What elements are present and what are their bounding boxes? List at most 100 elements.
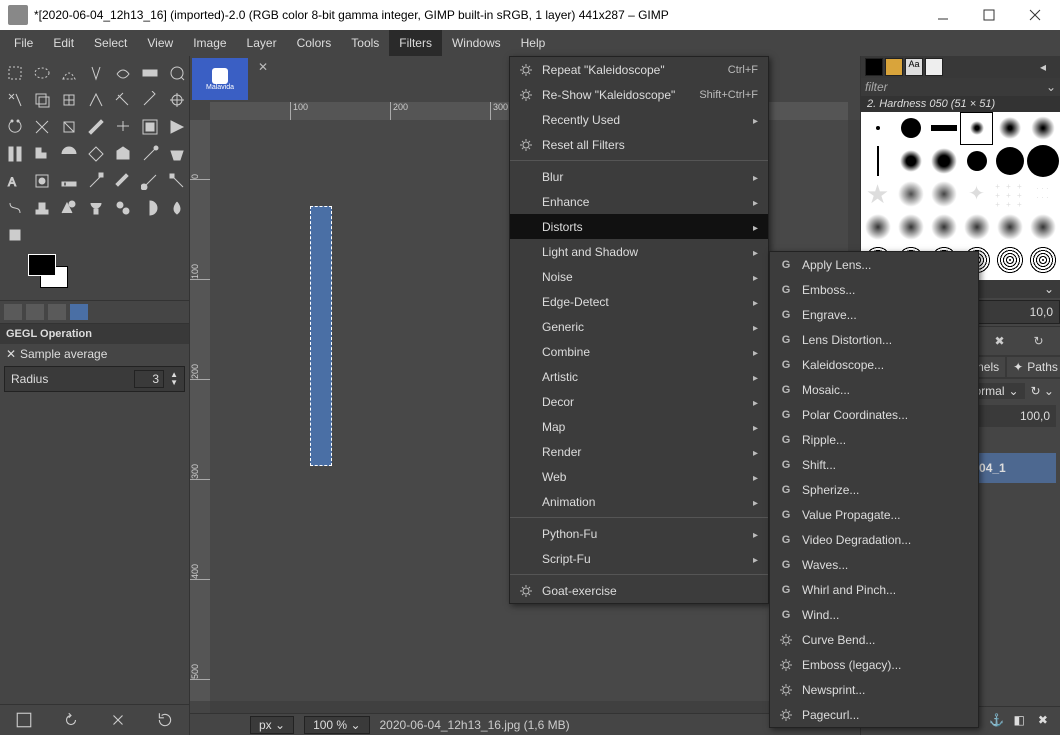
- switch-mode-icon[interactable]: ↻ ⌄: [1031, 384, 1054, 398]
- brush-cell[interactable]: [993, 244, 1026, 277]
- tool-icon[interactable]: [83, 87, 109, 113]
- brush-cell[interactable]: [1026, 112, 1059, 145]
- menu-help[interactable]: Help: [511, 30, 556, 56]
- color-swatches[interactable]: [28, 254, 76, 294]
- menu-edit[interactable]: Edit: [43, 30, 84, 56]
- brush-cell[interactable]: [960, 211, 993, 244]
- brush-cell[interactable]: [993, 112, 1026, 145]
- tool-icon[interactable]: [164, 141, 190, 167]
- tool-icon[interactable]: [164, 195, 190, 221]
- tool-icon[interactable]: [110, 87, 136, 113]
- tool-icon[interactable]: [56, 87, 82, 113]
- tool-icon[interactable]: [164, 87, 190, 113]
- tool-icon[interactable]: [56, 114, 82, 140]
- tab-paths[interactable]: ✦ Paths: [1007, 357, 1060, 377]
- menu-item[interactable]: Repeat "Kaleidoscope"Ctrl+F: [510, 57, 768, 82]
- brush-cell[interactable]: ★: [861, 178, 894, 211]
- brush-cell[interactable]: [960, 145, 993, 178]
- tool-icon[interactable]: [2, 141, 28, 167]
- undo-icon[interactable]: [62, 711, 80, 729]
- delete-icon[interactable]: [109, 711, 127, 729]
- tool-icon[interactable]: [56, 60, 82, 86]
- tool-icon[interactable]: [164, 168, 190, 194]
- menu-item[interactable]: GEngrave...: [770, 302, 978, 327]
- brush-cell[interactable]: [927, 211, 960, 244]
- tool-icon[interactable]: [56, 141, 82, 167]
- tool-icon[interactable]: [2, 222, 28, 248]
- tool-icon[interactable]: [56, 168, 82, 194]
- menu-tools[interactable]: Tools: [341, 30, 389, 56]
- image-tab[interactable]: Malavida: [192, 58, 248, 100]
- tab-icon[interactable]: [4, 304, 22, 320]
- menu-filters[interactable]: Filters: [389, 30, 442, 56]
- tool-icon[interactable]: [137, 141, 163, 167]
- maximize-button[interactable]: [966, 0, 1012, 30]
- menu-item[interactable]: GApply Lens...: [770, 252, 978, 277]
- menu-item[interactable]: GShift...: [770, 452, 978, 477]
- brush-cell[interactable]: [927, 178, 960, 211]
- brush-cell[interactable]: · · ·· · ·: [1026, 178, 1059, 211]
- delete-brush-icon[interactable]: ✖: [991, 333, 1009, 349]
- menu-item[interactable]: GPolar Coordinates...: [770, 402, 978, 427]
- tab-brushes-icon[interactable]: [885, 58, 903, 76]
- tool-icon[interactable]: [2, 60, 28, 86]
- menu-item[interactable]: Web: [510, 464, 768, 489]
- menu-item[interactable]: Script-Fu: [510, 546, 768, 571]
- menu-item[interactable]: Blur: [510, 164, 768, 189]
- tool-icon[interactable]: [137, 87, 163, 113]
- brush-cell[interactable]: + + ++ + ++ + +: [993, 178, 1026, 211]
- brush-cell[interactable]: ✦: [960, 178, 993, 211]
- minimize-button[interactable]: [920, 0, 966, 30]
- menu-item[interactable]: GKaleidoscope...: [770, 352, 978, 377]
- close-button[interactable]: [1012, 0, 1058, 30]
- menu-item[interactable]: Re-Show "Kaleidoscope"Shift+Ctrl+F: [510, 82, 768, 107]
- tool-icon[interactable]: [29, 168, 55, 194]
- spacing-value[interactable]: 10,0: [1030, 305, 1053, 319]
- brush-cell[interactable]: [861, 112, 894, 145]
- tool-icon[interactable]: [137, 195, 163, 221]
- brush-cell[interactable]: [894, 178, 927, 211]
- tool-icon[interactable]: [110, 195, 136, 221]
- tool-icon[interactable]: [137, 60, 163, 86]
- reset-icon[interactable]: [156, 711, 174, 729]
- tool-icon[interactable]: A: [2, 168, 28, 194]
- tool-icon[interactable]: [29, 87, 55, 113]
- menu-item[interactable]: GEmboss...: [770, 277, 978, 302]
- tab-icon[interactable]: [865, 58, 883, 76]
- menu-item[interactable]: Reset all Filters: [510, 132, 768, 157]
- menu-item[interactable]: Python-Fu: [510, 521, 768, 546]
- menu-item[interactable]: Combine: [510, 339, 768, 364]
- tab-fonts-icon[interactable]: Aa: [905, 58, 923, 76]
- brush-filter-row[interactable]: filter ⌄: [861, 78, 1060, 96]
- menu-colors[interactable]: Colors: [287, 30, 342, 56]
- tab-history-icon[interactable]: [925, 58, 943, 76]
- menu-view[interactable]: View: [137, 30, 183, 56]
- brush-cell[interactable]: [861, 211, 894, 244]
- menu-item[interactable]: Decor: [510, 389, 768, 414]
- mask-icon[interactable]: ◧: [1013, 713, 1029, 729]
- menu-item[interactable]: Artistic: [510, 364, 768, 389]
- tool-icon[interactable]: [2, 87, 28, 113]
- brush-filter-input[interactable]: filter: [865, 80, 1046, 94]
- menu-item[interactable]: Pagecurl...: [770, 702, 978, 727]
- menu-item[interactable]: Newsprint...: [770, 677, 978, 702]
- menu-file[interactable]: File: [4, 30, 43, 56]
- brush-cell[interactable]: [894, 112, 927, 145]
- tool-icon[interactable]: [110, 114, 136, 140]
- menu-item[interactable]: GValue Propagate...: [770, 502, 978, 527]
- tool-icon[interactable]: [137, 168, 163, 194]
- tool-icon[interactable]: [29, 114, 55, 140]
- menu-select[interactable]: Select: [84, 30, 137, 56]
- tool-icon[interactable]: [29, 60, 55, 86]
- menu-item[interactable]: Map: [510, 414, 768, 439]
- sample-average-row[interactable]: ✕ Sample average: [0, 344, 189, 364]
- opacity-value[interactable]: 100,0: [1020, 409, 1050, 423]
- menu-item[interactable]: GLens Distortion...: [770, 327, 978, 352]
- brush-cell[interactable]: [861, 145, 894, 178]
- configure-tab-icon[interactable]: ◂: [1040, 60, 1056, 74]
- menu-item[interactable]: GRipple...: [770, 427, 978, 452]
- close-icon[interactable]: ✕: [6, 347, 16, 361]
- menu-windows[interactable]: Windows: [442, 30, 511, 56]
- menu-item[interactable]: Recently Used: [510, 107, 768, 132]
- tool-icon[interactable]: [2, 114, 28, 140]
